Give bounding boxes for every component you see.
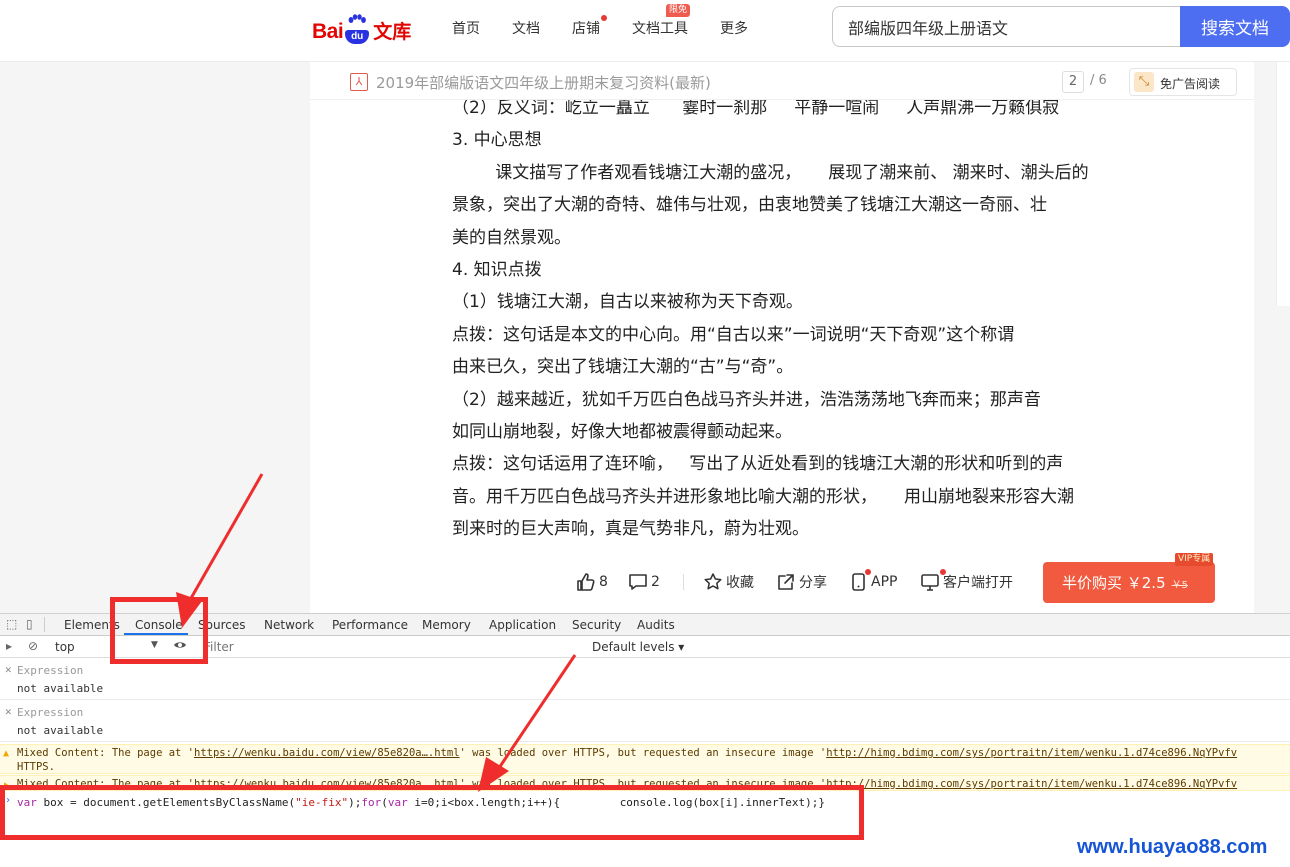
watermark: www.huayao88.com — [1077, 836, 1268, 858]
screenshot-root: Bai du 文库 首页 文档 店铺 文档工具限免 更多 搜索文档 — [0, 0, 1290, 867]
arrow-to-console-tab — [176, 473, 264, 628]
annotation-arrows — [176, 473, 577, 792]
arrow-to-console-input — [478, 654, 577, 792]
